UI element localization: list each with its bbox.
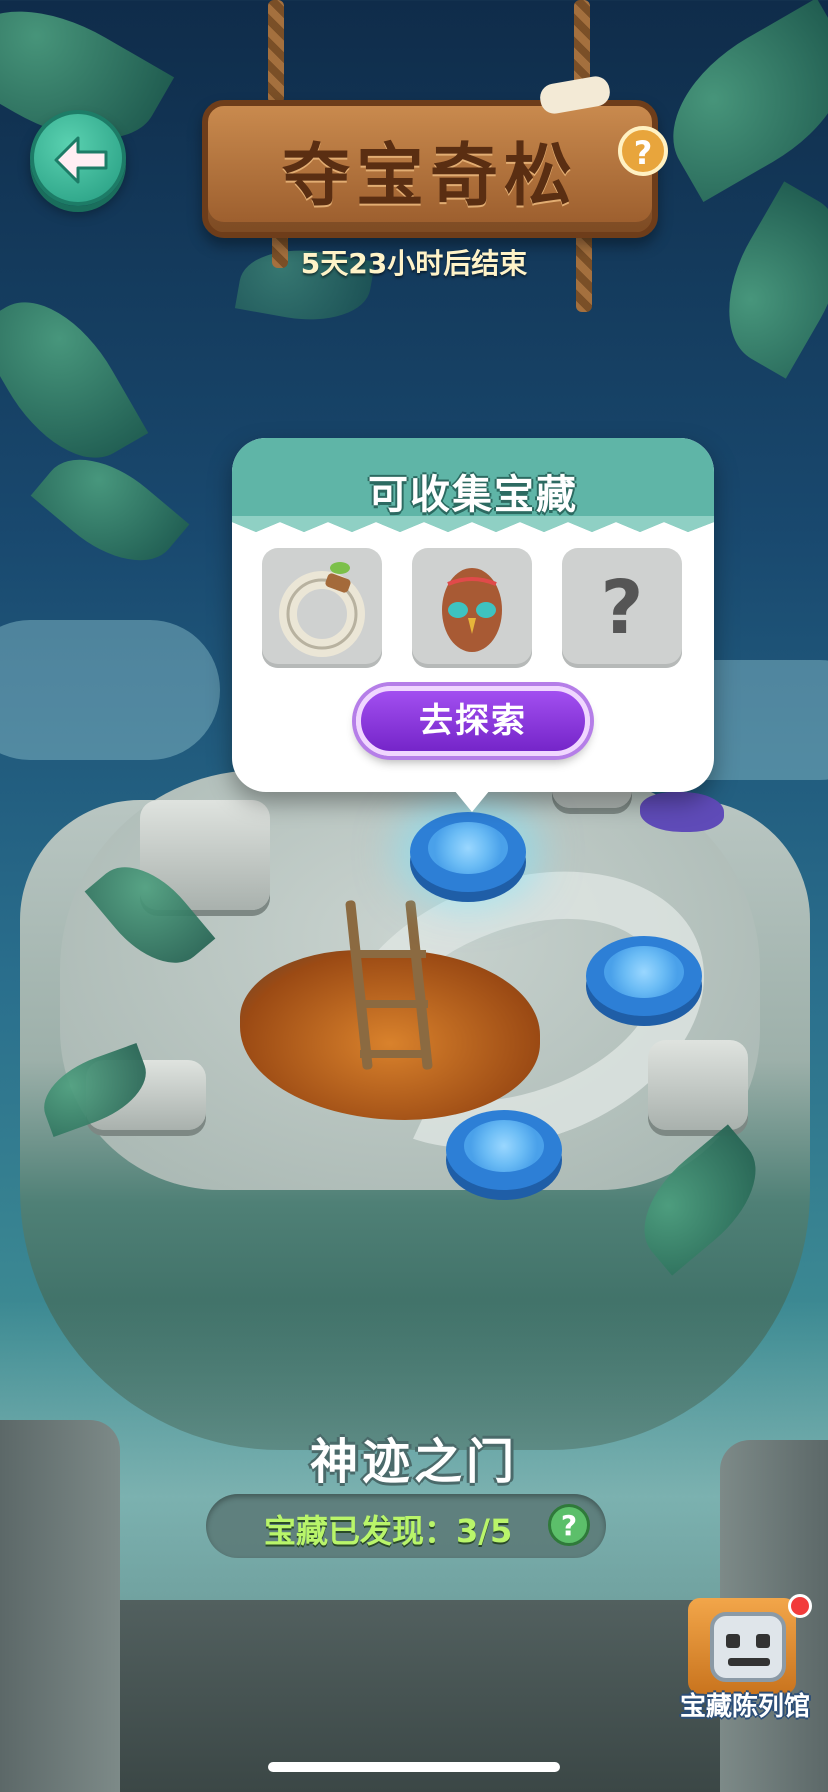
- treasure-slot-unknown[interactable]: ?: [562, 548, 682, 668]
- event-title: 夺宝奇松: [281, 137, 578, 216]
- robot-face-icon: [710, 1612, 786, 1682]
- progress-help-button[interactable]: ?: [548, 1504, 590, 1546]
- bone-ring-icon: [279, 562, 365, 657]
- popup-pointer: [454, 790, 490, 812]
- notification-dot: [788, 1594, 812, 1618]
- explore-button[interactable]: 去探索: [356, 686, 590, 756]
- ladder-rung: [358, 1000, 428, 1008]
- event-title-sign: 夺宝奇松 ?: [202, 100, 668, 238]
- event-help-button[interactable]: ?: [618, 126, 668, 176]
- treasure-slot[interactable]: [412, 548, 532, 668]
- jungle-leaf: [30, 434, 190, 586]
- rock: [648, 1040, 748, 1130]
- ladder-rung: [360, 1050, 430, 1058]
- museum-icon: [688, 1598, 796, 1694]
- jungle-leaf: [643, 0, 828, 202]
- tiki-egg-icon: [442, 568, 502, 652]
- treasure-progress: 宝藏已发现：3/5 ?: [206, 1494, 606, 1558]
- ladder-rung: [356, 950, 426, 958]
- treasure-progress-text: 宝藏已发现：3/5: [264, 1512, 513, 1550]
- purple-frog: [640, 792, 724, 832]
- stage-name: 神迹之门: [309, 1434, 518, 1490]
- event-countdown: 5天23小时后结束: [300, 247, 528, 280]
- museum-label[interactable]: 宝藏陈列馆: [668, 1686, 822, 1723]
- cloud: [0, 620, 220, 760]
- level-node[interactable]: [586, 936, 702, 1016]
- treasure-slot[interactable]: [262, 548, 382, 668]
- level-node[interactable]: [446, 1110, 562, 1190]
- back-arrow-icon: [54, 136, 108, 184]
- jungle-leaf: [0, 277, 149, 483]
- home-indicator[interactable]: [268, 1762, 560, 1772]
- collectible-treasure-popup: 可收集宝藏 ? 去探索: [232, 438, 714, 792]
- sign-rope: [268, 0, 284, 104]
- back-button[interactable]: [30, 110, 126, 206]
- level-node-current[interactable]: [410, 812, 526, 892]
- unknown-item-label: ?: [600, 565, 644, 651]
- popup-title: 可收集宝藏: [368, 472, 578, 518]
